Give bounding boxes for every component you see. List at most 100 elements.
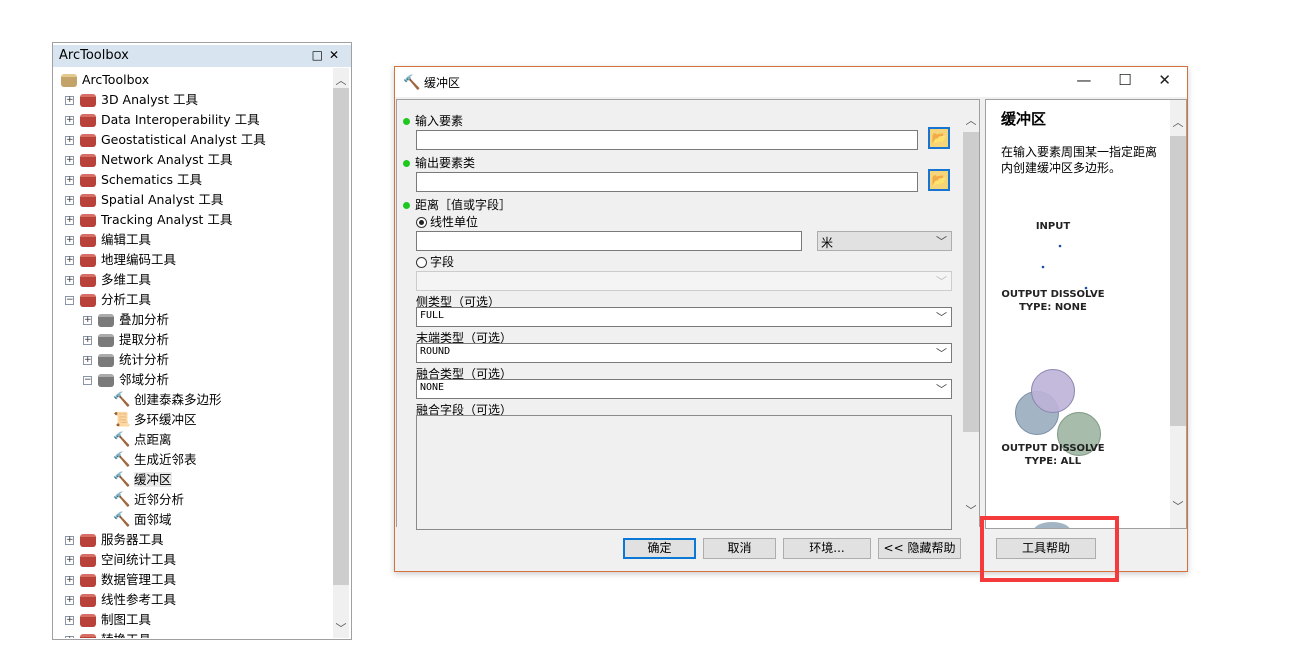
tree-item-toolset[interactable]: + 叠加分析 — [83, 310, 169, 330]
expand-icon[interactable]: + — [83, 316, 92, 325]
linear-unit-radio[interactable]: 线性单位 — [416, 213, 478, 230]
help-scrollbar[interactable]: ︿ ﹀ — [1170, 100, 1186, 528]
close-icon[interactable]: ✕ — [1158, 71, 1171, 89]
tree-item-toolbox[interactable]: +3D Analyst 工具 — [65, 90, 198, 110]
end-type-select[interactable]: ROUND ﹀ — [416, 343, 952, 363]
help-description: 在输入要素周围某一指定距离内创建缓冲区多边形。 — [1001, 145, 1158, 175]
maximize-icon[interactable]: □ — [312, 48, 329, 62]
toolbox-icon — [80, 574, 96, 587]
radio-unselected-icon[interactable] — [416, 257, 427, 268]
tree-item-toolset[interactable]: − 邻域分析 — [83, 370, 169, 390]
toolbox-icon — [80, 634, 96, 638]
unit-select[interactable]: 米 ﹀ — [817, 231, 952, 251]
field-select[interactable]: ﹀ — [416, 271, 952, 291]
expand-icon[interactable]: + — [65, 556, 74, 565]
scroll-down-icon[interactable]: ﹀ — [1170, 498, 1186, 514]
ok-button[interactable]: 确定 — [623, 538, 696, 559]
tree-item-tool[interactable]: 🔨 生成近邻表 — [113, 450, 197, 470]
tree-item-toolset[interactable]: + 提取分析 — [83, 330, 169, 350]
tree-scrollbar[interactable]: ︿ ﹀ — [333, 68, 349, 638]
minimize-icon[interactable]: — — [1076, 71, 1091, 89]
tree-item-toolbox[interactable]: + 制图工具 — [65, 610, 151, 630]
tree-item-toolbox[interactable]: + Data Interoperability 工具 — [65, 110, 260, 130]
tree-item-toolbox[interactable]: + 地理编码工具 — [65, 250, 176, 270]
tree-item-toolbox[interactable]: + 数据管理工具 — [65, 570, 176, 590]
scroll-up-icon[interactable]: ︿ — [963, 112, 979, 128]
tree-item-tool[interactable]: 🔨 点距离 — [113, 430, 172, 450]
expand-icon[interactable]: + — [65, 156, 74, 165]
expand-icon[interactable]: + — [65, 96, 74, 105]
browse-folder-icon[interactable]: 📂 — [928, 169, 950, 191]
expand-icon[interactable]: + — [65, 236, 74, 245]
tree-item-toolset[interactable]: + 统计分析 — [83, 350, 169, 370]
tree-item-tool[interactable]: 📜 多环缓冲区 — [113, 410, 197, 430]
expand-icon[interactable]: + — [65, 596, 74, 605]
output-all-caption: OUTPUT DISSOLVE TYPE: ALL — [1001, 443, 1105, 467]
scroll-down-icon[interactable]: ﹀ — [963, 502, 979, 518]
dissolve-type-select[interactable]: NONE ﹀ — [416, 379, 952, 399]
output-class-label: 输出要素类 — [403, 154, 475, 171]
tree-item-toolbox[interactable]: + 空间统计工具 — [65, 550, 176, 570]
expand-icon[interactable]: + — [65, 256, 74, 265]
tree-item-toolbox[interactable]: + Geostatistical Analyst 工具 — [65, 130, 266, 150]
side-type-select[interactable]: FULL ﹀ — [416, 307, 952, 327]
tree-item-toolbox[interactable]: + 线性参考工具 — [65, 590, 176, 610]
dissolve-field-list[interactable] — [416, 415, 952, 530]
params-scrollbar[interactable]: ︿ ﹀ — [963, 110, 979, 520]
tree-item-toolbox[interactable]: + Schematics 工具 — [65, 170, 202, 190]
close-icon[interactable]: ✕ — [329, 48, 345, 62]
tree-item-toolbox[interactable]: + 多维工具 — [65, 270, 151, 290]
hammer-icon: 🔨 — [113, 492, 131, 508]
collapse-icon[interactable]: − — [65, 296, 74, 305]
tree-item-toolbox[interactable]: + 转换工具 — [65, 630, 151, 638]
chevron-down-icon: ﹀ — [936, 235, 947, 248]
maximize-icon[interactable]: ☐ — [1118, 71, 1131, 89]
tree-item-tool-selected[interactable]: 🔨 缓冲区 — [113, 470, 172, 490]
environments-button[interactable]: 环境... — [783, 538, 871, 559]
tree-item-tool[interactable]: 🔨 近邻分析 — [113, 490, 184, 510]
expand-icon[interactable]: + — [65, 616, 74, 625]
expand-icon[interactable]: + — [83, 356, 92, 365]
scroll-up-icon[interactable]: ︿ — [333, 72, 349, 88]
tree-item-toolbox[interactable]: + Tracking Analyst 工具 — [65, 210, 232, 230]
tree-item-label: Network Analyst 工具 — [101, 152, 233, 167]
tree-item-tool[interactable]: 🔨 面邻域 — [113, 510, 172, 530]
expand-icon[interactable]: + — [83, 336, 92, 345]
required-dot-icon — [403, 202, 410, 209]
scroll-thumb[interactable] — [963, 132, 979, 432]
expand-icon[interactable]: + — [65, 636, 74, 638]
field-radio[interactable]: 字段 — [416, 253, 454, 270]
buffer-circle — [1031, 369, 1075, 413]
buffer-illustration — [1015, 244, 1101, 528]
expand-icon[interactable]: + — [65, 176, 74, 185]
expand-icon[interactable]: + — [65, 576, 74, 585]
scroll-thumb[interactable] — [333, 88, 349, 585]
tree-item-toolbox[interactable]: − 分析工具 — [65, 290, 151, 310]
tree-item-label: 线性参考工具 — [101, 592, 177, 607]
scroll-up-icon[interactable]: ︿ — [1170, 114, 1186, 130]
tree-item-toolbox[interactable]: + 编辑工具 — [65, 230, 151, 250]
cancel-button[interactable]: 取消 — [703, 538, 776, 559]
linear-unit-field[interactable] — [416, 231, 802, 251]
expand-icon[interactable]: + — [65, 276, 74, 285]
radio-selected-icon[interactable] — [416, 217, 427, 228]
scroll-down-icon[interactable]: ﹀ — [333, 620, 349, 636]
expand-icon[interactable]: + — [65, 536, 74, 545]
tree-item-toolbox[interactable]: + Spatial Analyst 工具 — [65, 190, 223, 210]
help-panel: 缓冲区 在输入要素周围某一指定距离内创建缓冲区多边形。 INPUT OUTPUT… — [985, 99, 1187, 529]
scroll-thumb[interactable] — [1170, 136, 1186, 426]
hide-help-button[interactable]: << 隐藏帮助 — [878, 538, 961, 559]
expand-icon[interactable]: + — [65, 116, 74, 125]
output-class-field[interactable] — [416, 172, 918, 192]
collapse-icon[interactable]: − — [83, 376, 92, 385]
input-features-field[interactable] — [416, 130, 918, 150]
tree-root[interactable]: ArcToolbox — [61, 70, 149, 90]
browse-folder-icon[interactable]: 📂 — [928, 127, 950, 149]
hammer-icon: 🔨 — [113, 392, 131, 408]
expand-icon[interactable]: + — [65, 196, 74, 205]
tree-item-toolbox[interactable]: + 服务器工具 — [65, 530, 164, 550]
tree-item-tool[interactable]: 🔨 创建泰森多边形 — [113, 390, 222, 410]
expand-icon[interactable]: + — [65, 216, 74, 225]
tree-item-toolbox[interactable]: + Network Analyst 工具 — [65, 150, 233, 170]
expand-icon[interactable]: + — [65, 136, 74, 145]
